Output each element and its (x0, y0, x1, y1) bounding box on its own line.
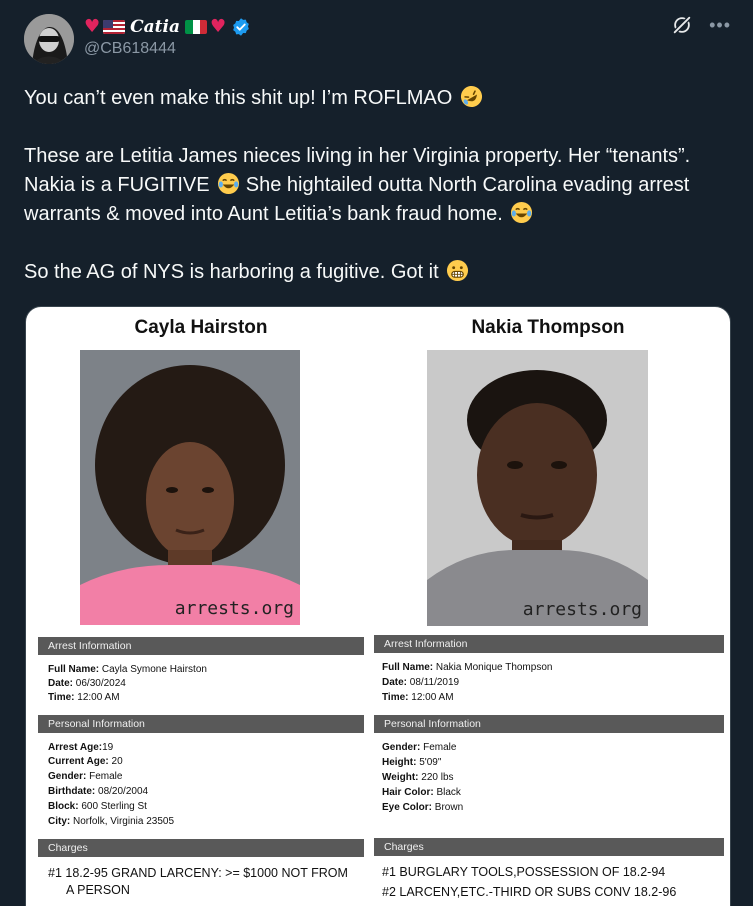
info-line: Time: 12:00 AM (48, 691, 120, 705)
info-line: Gender: Female (48, 770, 122, 784)
section-header-arrest: Arrest Information (38, 637, 364, 655)
info-value: Female (86, 771, 123, 782)
info-line: Time: 12:00 AM (382, 691, 454, 705)
tears-of-joy-emoji-icon (510, 201, 533, 224)
info-line: Date: 08/11/2019 (382, 676, 459, 690)
info-line: Block: 600 Sterling St (48, 800, 147, 814)
info-line: Height: 5'09" (382, 756, 441, 770)
info-value: 600 Sterling St (78, 801, 147, 812)
tweet-text: You can’t even make this shit up! I’m RO… (24, 84, 736, 287)
info-value: 12:00 AM (408, 692, 454, 703)
heart-icon: ♥ (84, 16, 101, 37)
watermark: arrests.org (522, 599, 642, 620)
info-value: 12:00 AM (74, 692, 120, 703)
charge-line: A PERSON (66, 883, 130, 897)
info-label: Weight: (382, 772, 419, 783)
info-value: 06/30/2024 (73, 678, 126, 689)
mugshot-photo: arrests.org (427, 350, 648, 626)
info-label: Date: (382, 677, 408, 688)
avatar[interactable] (24, 14, 74, 64)
rolling-on-floor-laughing-emoji-icon (460, 85, 483, 108)
info-label: Current Age: (48, 756, 109, 767)
info-value: 5'09" (416, 757, 442, 768)
tweet-paragraph: You can’t even make this shit up! I’m RO… (24, 84, 736, 113)
heart-icon: ♥ (210, 16, 227, 37)
info-value: 20 (108, 756, 123, 767)
italy-flag-icon (185, 20, 208, 34)
info-label: Date: (48, 678, 74, 689)
grok-icon[interactable] (671, 14, 693, 36)
info-line: Current Age: 20 (48, 755, 123, 769)
section-header-charges: Charges (38, 839, 364, 857)
info-label: Time: (48, 692, 75, 703)
info-value: 08/20/2004 (95, 786, 149, 797)
info-label: Gender: (382, 742, 421, 753)
section-header-charges: Charges (374, 838, 724, 856)
info-line: Eye Color: Brown (382, 801, 463, 815)
person-name: Cayla Hairston (134, 317, 268, 338)
info-value: Norfolk, Virginia 23505 (70, 816, 174, 827)
display-name[interactable]: Catia (130, 17, 180, 37)
info-value: Female (420, 742, 457, 753)
info-value: Cayla Symone Hairston (99, 664, 207, 675)
charge-line: #1 BURGLARY TOOLS,POSSESSION OF 18.2-94 (382, 865, 666, 879)
info-value: 19 (102, 742, 114, 753)
tweet-paragraph: These are Letitia James nieces living in… (24, 142, 736, 229)
us-flag-icon (103, 20, 126, 34)
info-label: Birthdate: (48, 786, 96, 797)
info-label: Block: (48, 801, 79, 812)
tweet-top-actions: ••• (671, 14, 731, 36)
info-line: Full Name: Nakia Monique Thompson (382, 661, 552, 675)
info-line: Arrest Age:19 (48, 741, 113, 755)
info-label: Hair Color: (382, 787, 434, 798)
tweet-text-span: So the AG of NYS is harboring a fugitive… (24, 261, 439, 283)
info-label: Full Name: (382, 662, 434, 673)
info-line: Gender: Female (382, 741, 456, 755)
section-header-arrest: Arrest Information (374, 635, 724, 653)
more-options-icon[interactable]: ••• (709, 16, 731, 34)
info-line: Birthdate: 08/20/2004 (48, 785, 148, 799)
info-label: Full Name: (48, 664, 100, 675)
info-line: Hair Color: Black (382, 786, 461, 800)
watermark: arrests.org (174, 598, 294, 619)
info-line: City: Norfolk, Virginia 23505 (48, 815, 174, 829)
tweet-paragraph: So the AG of NYS is harboring a fugitive… (24, 258, 736, 287)
person-name: Nakia Thompson (471, 317, 625, 338)
info-label: Time: (382, 692, 409, 703)
verified-badge-icon (233, 18, 249, 36)
info-line: Date: 06/30/2024 (48, 677, 126, 691)
charge-line: #2 LARCENY,ETC.-THIRD OR SUBS CONV 18.2-… (382, 885, 677, 899)
author-name-row[interactable]: ♥ Catia ♥ (84, 16, 251, 38)
info-label: Eye Color: (382, 802, 433, 813)
info-value: Brown (432, 802, 464, 813)
info-label: City: (48, 816, 71, 827)
info-line: Weight: 220 lbs (382, 771, 454, 785)
info-value: Nakia Monique Thompson (433, 662, 553, 673)
tweet-media-image[interactable]: Cayla Hairston arrests.org Arrest Inform… (25, 306, 731, 906)
tweet: ♥ Catia ♥ @CB618444 ••• You can’t even m… (0, 0, 753, 906)
info-label: Gender: (48, 771, 87, 782)
charge-line: #1 18.2-95 GRAND LARCENY: >= $1000 NOT F… (48, 866, 348, 880)
section-header-personal: Personal Information (374, 715, 724, 733)
grimacing-face-emoji-icon (446, 259, 469, 282)
info-value: 08/11/2019 (407, 677, 460, 688)
info-label: Height: (382, 757, 417, 768)
section-header-personal: Personal Information (38, 715, 364, 733)
info-label: Arrest Age: (48, 742, 103, 753)
info-value: Black (433, 787, 461, 798)
mugshot-photo: arrests.org (80, 350, 300, 625)
tears-of-joy-emoji-icon (217, 172, 240, 195)
tweet-text-span: You can’t even make this shit up! I’m RO… (24, 87, 453, 109)
info-line: Full Name: Cayla Symone Hairston (48, 663, 207, 677)
author-handle[interactable]: @CB618444 (84, 40, 176, 58)
info-value: 220 lbs (418, 772, 454, 783)
